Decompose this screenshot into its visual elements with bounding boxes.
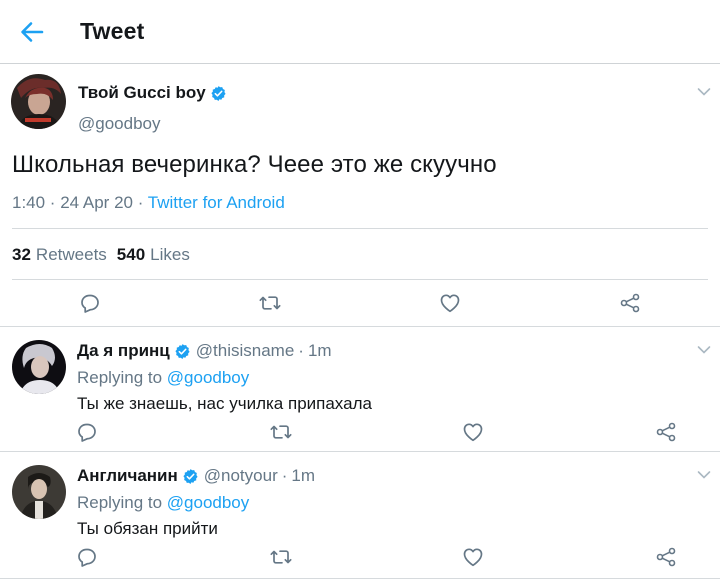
- reply-author-name[interactable]: Да я принц: [77, 341, 170, 361]
- separator-dot: ·: [281, 466, 288, 485]
- like-heart-icon[interactable]: [438, 291, 462, 315]
- reply-time: 1m: [291, 466, 316, 485]
- verified-badge-icon: [210, 85, 227, 102]
- tweet-timestamp: 1:40 · 24 Apr 20 ·: [12, 193, 148, 212]
- retweets-label: Retweets: [35, 245, 107, 264]
- back-arrow-icon[interactable]: [18, 18, 46, 46]
- chevron-down-icon[interactable]: [697, 345, 711, 355]
- reply-header: Англичанин @notyour · 1m: [77, 466, 315, 486]
- replying-to-line: Replying to @goodboy: [77, 493, 249, 513]
- avatar[interactable]: [12, 340, 66, 394]
- retweet-icon[interactable]: [258, 291, 282, 315]
- avatar[interactable]: [11, 74, 66, 129]
- verified-badge-icon: [182, 468, 199, 485]
- replying-to-line: Replying to @goodboy: [77, 368, 249, 388]
- retweet-icon[interactable]: [269, 545, 293, 569]
- author-handle[interactable]: @goodboy: [78, 114, 161, 134]
- reply-tweet[interactable]: Да я принц @thisisname · 1m Replying to …: [0, 328, 720, 452]
- replying-to-handle[interactable]: @goodboy: [167, 368, 250, 387]
- share-icon[interactable]: [654, 545, 678, 569]
- share-icon[interactable]: [618, 291, 642, 315]
- page-title: Tweet: [80, 18, 145, 44]
- likes-stat[interactable]: 540 Likes: [117, 245, 190, 265]
- reply-icon[interactable]: [75, 545, 99, 569]
- likes-label: Likes: [150, 245, 190, 264]
- tweet-text: Школьная вечеринка? Чеее это же скуучно: [12, 151, 497, 178]
- chevron-down-icon[interactable]: [697, 470, 711, 480]
- reply-author-name[interactable]: Англичанин: [77, 466, 178, 486]
- reply-time: 1m: [307, 341, 332, 360]
- reply-tweet[interactable]: Англичанин @notyour · 1m Replying to @go…: [0, 453, 720, 579]
- tweet-source-link[interactable]: Twitter for Android: [148, 193, 285, 212]
- replying-to-label: Replying to: [77, 368, 167, 387]
- divider: [12, 279, 708, 280]
- reply-text: Ты же знаешь, нас училка припахала: [77, 394, 372, 413]
- retweet-icon[interactable]: [269, 420, 293, 444]
- reply-icon[interactable]: [78, 291, 102, 315]
- share-icon[interactable]: [654, 420, 678, 444]
- tweet-meta: 1:40 · 24 Apr 20 · Twitter for Android: [12, 193, 285, 213]
- verified-badge-icon: [174, 343, 191, 360]
- reply-icon[interactable]: [75, 420, 99, 444]
- reply-author-handle[interactable]: @notyour: [204, 466, 278, 486]
- tweet-stats: 32 Retweets 540 Likes: [12, 245, 190, 265]
- chevron-down-icon[interactable]: [697, 87, 711, 97]
- main-tweet: Твой Gucci boy @goodboy Школьная вечерин…: [0, 65, 720, 327]
- author-name[interactable]: Твой Gucci boy: [78, 83, 206, 103]
- replying-to-handle[interactable]: @goodboy: [167, 493, 250, 512]
- divider: [12, 228, 708, 229]
- avatar[interactable]: [12, 465, 66, 519]
- retweets-stat[interactable]: 32 Retweets: [12, 245, 107, 265]
- reply-header: Да я принц @thisisname · 1m: [77, 341, 332, 361]
- author-row: Твой Gucci boy: [78, 83, 227, 103]
- replying-to-label: Replying to: [77, 493, 167, 512]
- reply-author-handle[interactable]: @thisisname: [196, 341, 295, 361]
- app-header: Tweet: [0, 0, 720, 64]
- like-heart-icon[interactable]: [461, 420, 485, 444]
- reply-text: Ты обязан прийти: [77, 519, 218, 538]
- likes-count: 540: [116, 245, 146, 264]
- separator-dot: ·: [298, 341, 304, 360]
- like-heart-icon[interactable]: [461, 545, 485, 569]
- retweets-count: 32: [12, 245, 31, 264]
